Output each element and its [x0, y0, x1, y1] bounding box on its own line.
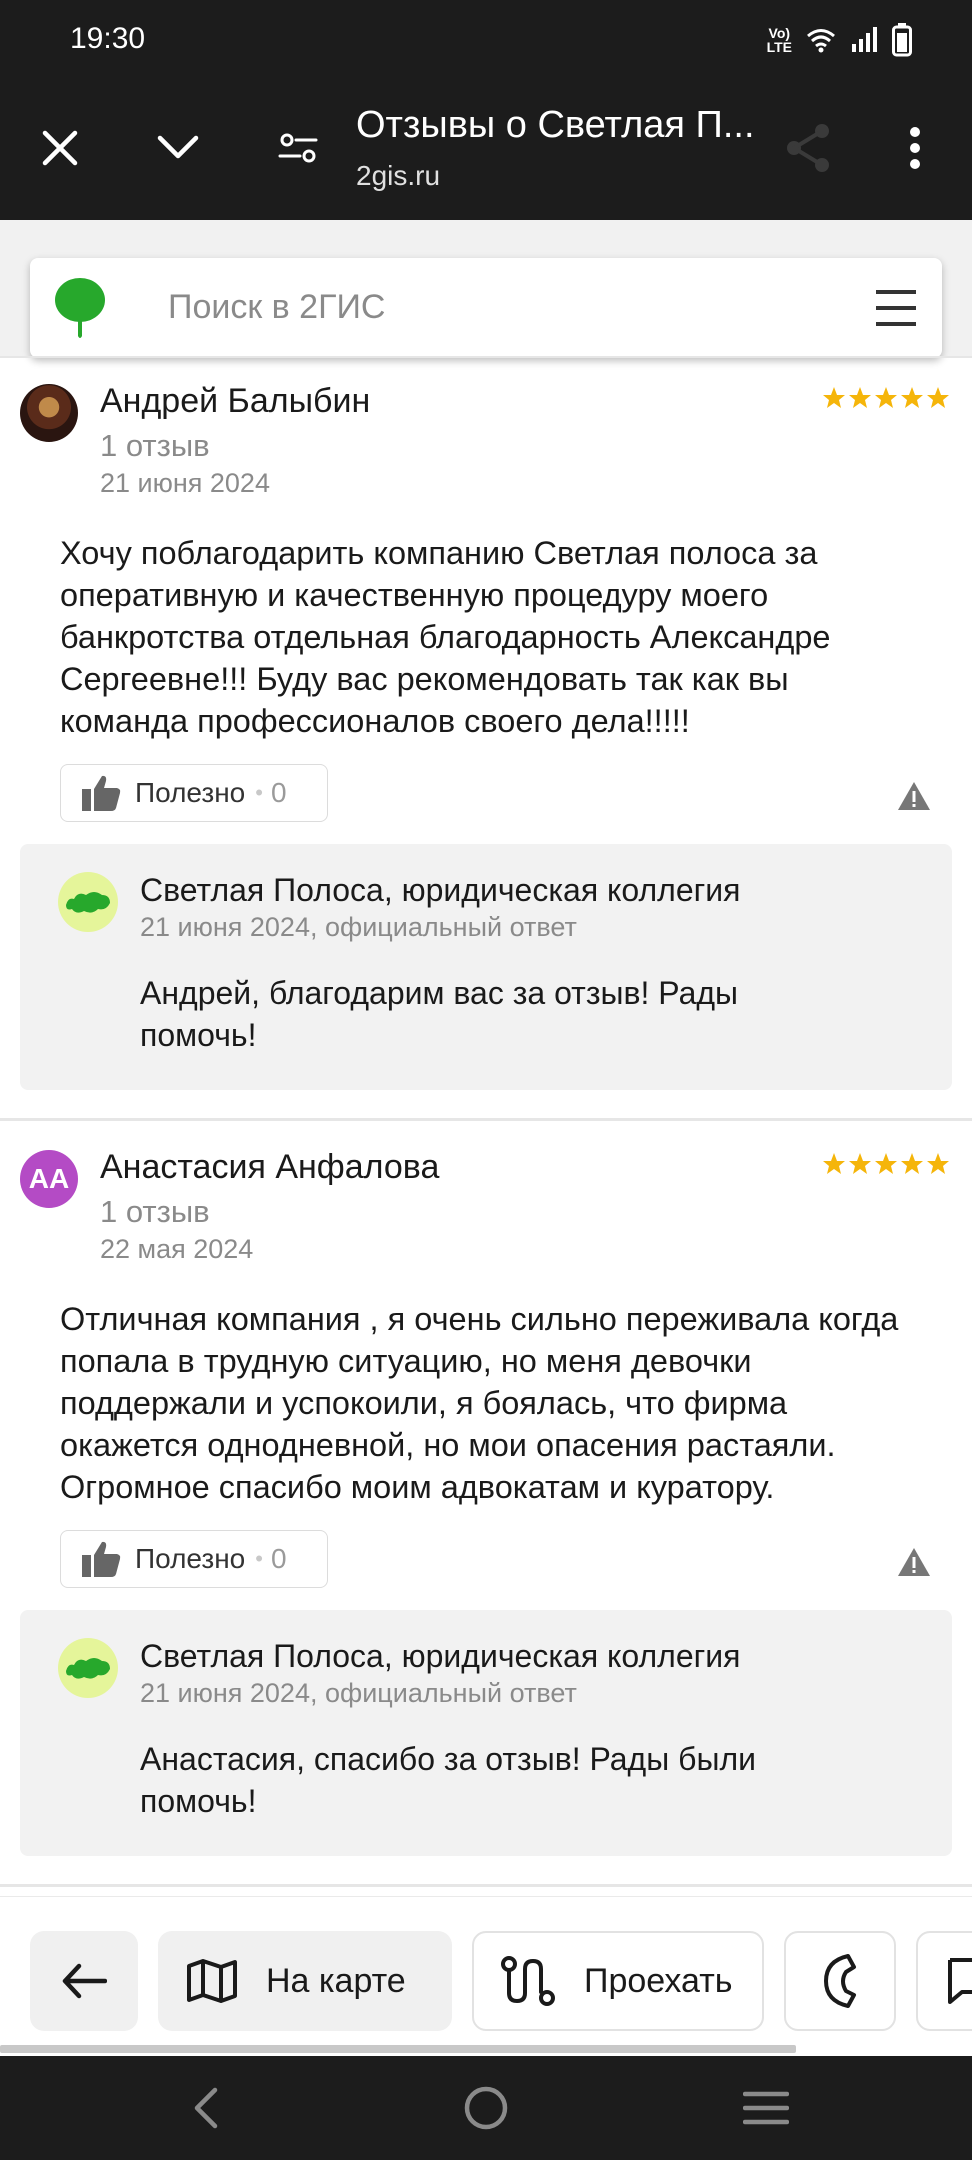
- rating-stars: [822, 386, 950, 410]
- menu-icon[interactable]: [874, 288, 918, 328]
- chevron-down-icon: [157, 135, 199, 159]
- org-logo: [58, 872, 118, 932]
- star-icon: [927, 387, 949, 408]
- screen: 19:30 Vo) LTE Отзывы о Светлая П... 2gis…: [0, 0, 972, 2160]
- status-time: 19:30: [70, 22, 146, 55]
- route-icon: [501, 1956, 555, 2006]
- useful-button[interactable]: Полезно • 0: [60, 1530, 328, 1588]
- divider: [0, 356, 972, 358]
- review-date: 21 июня 2024: [100, 468, 270, 498]
- official-reply: Светлая Полоса, юридическая коллегия 21 …: [20, 844, 952, 1090]
- org-logo-icon: [66, 892, 110, 913]
- page-title: Отзывы о Светлая П...: [356, 104, 755, 146]
- review-date: 22 мая 2024: [100, 1234, 254, 1264]
- status-icons: Vo) LTE: [767, 22, 912, 58]
- star-icon: [823, 387, 845, 408]
- review-card: Андрей Балыбин 1 отзыв 21 июня 2024 Хочу…: [0, 360, 972, 1120]
- org-logo: [58, 1638, 118, 1698]
- search-input[interactable]: Поиск в 2ГИС: [168, 288, 385, 327]
- message-icon: [948, 1958, 972, 2004]
- org-logo-icon: [66, 1658, 110, 1679]
- star-icon: [849, 1153, 871, 1174]
- back-button[interactable]: [30, 1931, 138, 2031]
- star-icon: [875, 1153, 897, 1174]
- star-icon: [901, 1153, 923, 1174]
- page-url: 2gis.ru: [356, 160, 441, 191]
- review-author[interactable]: Андрей Балыбин: [100, 382, 370, 421]
- avatar[interactable]: [20, 384, 78, 442]
- reply-org-name[interactable]: Светлая Полоса, юридическая коллегия: [140, 872, 741, 909]
- reply-meta: 21 июня 2024, официальный ответ: [140, 1678, 577, 1708]
- useful-separator: •: [255, 1546, 263, 1571]
- nav-recents-button[interactable]: [736, 2078, 796, 2138]
- thumb-up-icon: [82, 775, 121, 811]
- tune-icon: [278, 133, 318, 163]
- back-arrow-icon: [62, 1963, 107, 1999]
- reply-org-name[interactable]: Светлая Полоса, юридическая коллегия: [140, 1638, 741, 1675]
- map-icon: [187, 1959, 237, 2003]
- close-icon: [42, 130, 78, 166]
- nav-back-icon: [194, 2087, 218, 2129]
- more-menu-button[interactable]: [875, 108, 955, 188]
- nav-recents-icon: [743, 2091, 789, 2125]
- useful-label: Полезно: [135, 777, 246, 808]
- divider: [0, 1884, 972, 1887]
- useful-count: 0: [270, 1543, 287, 1574]
- volte-icon: Vo) LTE: [766, 25, 792, 55]
- star-icon: [875, 387, 897, 408]
- bottom-action-bar: На карте Проехать: [0, 1896, 972, 2056]
- status-bar: 19:30 Vo) LTE: [0, 0, 972, 80]
- system-nav-bar: [0, 2056, 972, 2160]
- review-text: Хочу поблагодарить компанию Светлая поло…: [60, 535, 831, 739]
- thumb-up-icon: [82, 1541, 121, 1577]
- route-label: Проехать: [584, 1961, 733, 2000]
- message-button[interactable]: [916, 1931, 972, 2031]
- star-icon: [901, 387, 923, 408]
- reply-text: Андрей, благодарим вас за отзыв! Рады по…: [140, 975, 739, 1053]
- nav-home-icon: [464, 2086, 508, 2130]
- phone-icon: [824, 1954, 856, 2008]
- reply-text: Анастасия, спасибо за отзыв! Рады были п…: [140, 1741, 756, 1819]
- avatar[interactable]: АА: [20, 1150, 78, 1208]
- page-settings-button[interactable]: [258, 108, 338, 188]
- review-author[interactable]: Анастасия Анфалова: [100, 1148, 439, 1187]
- review-author-count: 1 отзыв: [100, 428, 210, 463]
- divider: [0, 1118, 972, 1121]
- share-button[interactable]: [768, 108, 848, 188]
- useful-separator: •: [255, 780, 263, 805]
- battery-icon: [892, 23, 912, 57]
- search-logo-icon: [55, 278, 105, 338]
- more-vert-icon: [910, 127, 920, 169]
- horizontal-scrollbar[interactable]: [0, 2045, 796, 2053]
- nav-home-button[interactable]: [456, 2078, 516, 2138]
- minimize-button[interactable]: [138, 108, 218, 188]
- useful-button[interactable]: Полезно • 0: [60, 764, 328, 822]
- star-icon: [927, 1153, 949, 1174]
- review-card: АА Анастасия Анфалова 1 отзыв 22 мая 202…: [0, 1126, 972, 1886]
- warning-icon[interactable]: [896, 1546, 932, 1578]
- review-text: Отличная компания , я очень сильно переж…: [60, 1301, 899, 1505]
- route-button[interactable]: Проехать: [472, 1931, 764, 2031]
- warning-icon[interactable]: [896, 780, 932, 812]
- signal-icon: [852, 27, 877, 52]
- useful-count: 0: [270, 777, 287, 808]
- on-map-button[interactable]: На карте: [158, 1931, 452, 2031]
- official-reply: Светлая Полоса, юридическая коллегия 21 …: [20, 1610, 952, 1856]
- share-icon: [787, 124, 829, 172]
- star-icon: [823, 1153, 845, 1174]
- star-icon: [849, 387, 871, 408]
- wifi-icon: [807, 29, 835, 53]
- close-button[interactable]: [20, 108, 100, 188]
- reply-meta: 21 июня 2024, официальный ответ: [140, 912, 577, 942]
- rating-stars: [822, 1152, 950, 1176]
- search-bar[interactable]: Поиск в 2ГИС: [30, 258, 942, 358]
- on-map-label: На карте: [266, 1961, 406, 2000]
- browser-toolbar: Отзывы о Светлая П... 2gis.ru: [0, 80, 972, 220]
- call-button[interactable]: [784, 1931, 896, 2031]
- review-author-count: 1 отзыв: [100, 1194, 210, 1229]
- useful-label: Полезно: [135, 1543, 246, 1574]
- nav-back-button[interactable]: [176, 2078, 236, 2138]
